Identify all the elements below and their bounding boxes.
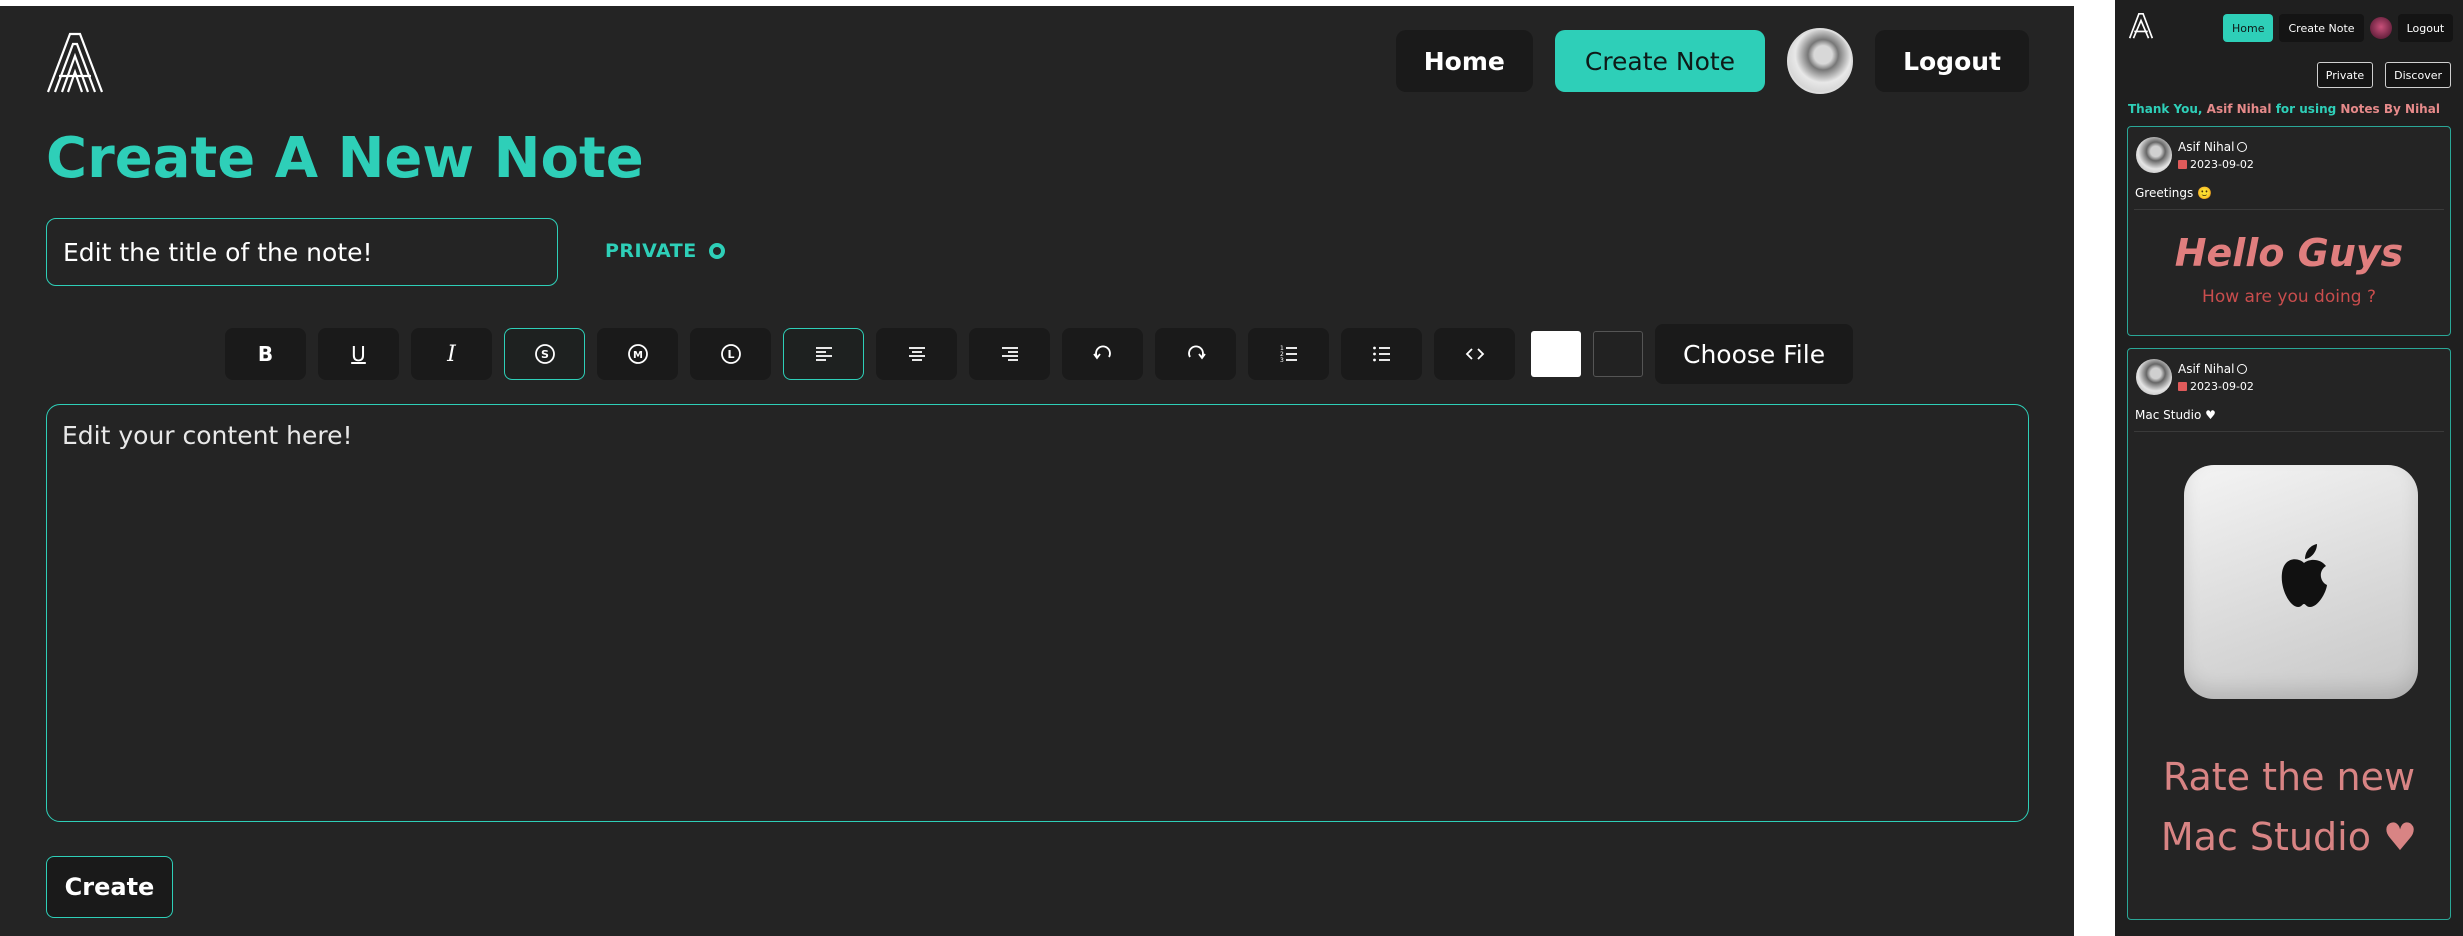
thank-you-message: Thank You, Asif Nihal for using Notes By… xyxy=(2128,102,2440,116)
undo-button[interactable] xyxy=(1062,328,1143,380)
apple-logo-icon xyxy=(2281,544,2327,607)
visibility-label: PRIVATE xyxy=(605,240,697,262)
mobile-home-button[interactable]: Home xyxy=(2223,14,2274,42)
editor-content: Edit your content here! xyxy=(62,421,353,450)
align-right-button[interactable] xyxy=(969,328,1050,380)
tab-private[interactable]: Private xyxy=(2316,62,2374,88)
circle-s-icon: S xyxy=(534,344,555,364)
font-size-large-button[interactable]: L xyxy=(690,328,771,380)
align-right-icon xyxy=(1001,347,1018,361)
note-body-line1: Rate the new xyxy=(2162,755,2416,799)
svg-text:3: 3 xyxy=(1280,357,1284,364)
underline-label: U xyxy=(351,342,366,366)
circle-l-icon: L xyxy=(720,344,741,364)
main-panel: Home Create Note Logout Create A New Not… xyxy=(0,6,2074,936)
circle-m-icon: M xyxy=(627,344,648,364)
globe-icon xyxy=(708,243,725,259)
formatting-toolbar: B U I S M L 123 Choose File xyxy=(225,324,1854,384)
tab-discover[interactable]: Discover xyxy=(2385,62,2451,88)
bold-button[interactable]: B xyxy=(225,328,306,380)
note-card[interactable]: Asif Nihal 2023-09-02 Greetings 🙂 Hello … xyxy=(2127,126,2451,336)
home-button[interactable]: Home xyxy=(1395,30,1533,92)
undo-icon xyxy=(1092,345,1111,360)
svg-text:M: M xyxy=(633,350,643,361)
note-header: Asif Nihal 2023-09-02 xyxy=(2136,359,2254,395)
mobile-tabs: Private Discover xyxy=(2316,62,2451,88)
redo-icon xyxy=(1187,345,1206,360)
underline-button[interactable]: U xyxy=(318,328,399,380)
thanks-app: Notes By Nihal xyxy=(2340,102,2440,116)
mobile-logout-button[interactable]: Logout xyxy=(2397,14,2454,42)
note-header: Asif Nihal 2023-09-02 xyxy=(2136,137,2254,173)
align-center-button[interactable] xyxy=(876,328,957,380)
thanks-middle: for using xyxy=(2275,102,2337,116)
bullet-list-icon xyxy=(1372,346,1390,362)
note-date: 2023-09-02 xyxy=(2190,158,2254,171)
author-name: Asif Nihal xyxy=(2178,362,2235,376)
note-subtext: How are you doing ? xyxy=(2202,287,2376,307)
logo-icon[interactable] xyxy=(44,32,106,94)
logo-icon[interactable] xyxy=(2128,13,2154,39)
author-name: Asif Nihal xyxy=(2178,140,2235,154)
logout-button[interactable]: Logout xyxy=(1875,30,2029,92)
italic-button[interactable]: I xyxy=(411,328,492,380)
redo-button[interactable] xyxy=(1155,328,1236,380)
calendar-icon xyxy=(2178,160,2187,169)
calendar-icon xyxy=(2178,382,2187,391)
divider xyxy=(2134,431,2444,432)
note-title: Greetings 🙂 xyxy=(2135,186,2213,200)
create-button[interactable]: Create xyxy=(46,856,173,918)
svg-text:S: S xyxy=(541,348,549,361)
thanks-user: Asif Nihal xyxy=(2206,102,2272,116)
font-size-medium-button[interactable]: M xyxy=(597,328,678,380)
code-icon xyxy=(1465,348,1484,360)
content-editor[interactable]: Edit your content here! xyxy=(46,404,2029,822)
ordered-list-button[interactable]: 123 xyxy=(1248,328,1329,380)
divider xyxy=(2134,209,2444,210)
note-heading: Hello Guys xyxy=(2174,231,2404,275)
svg-text:L: L xyxy=(727,348,734,361)
ordered-list-icon: 123 xyxy=(1280,345,1297,364)
globe-icon xyxy=(2237,364,2248,374)
author-avatar xyxy=(2136,359,2172,395)
visibility-toggle[interactable]: PRIVATE xyxy=(605,240,725,262)
thanks-prefix: Thank You, xyxy=(2128,102,2203,116)
note-title-input[interactable] xyxy=(46,218,558,286)
align-left-icon xyxy=(815,347,832,361)
text-color-swatch[interactable] xyxy=(1531,331,1581,377)
code-button[interactable] xyxy=(1434,328,1515,380)
create-note-button[interactable]: Create Note xyxy=(1554,30,1766,92)
italic-label: I xyxy=(447,341,456,367)
note-date: 2023-09-02 xyxy=(2190,380,2254,393)
mobile-create-note-button[interactable]: Create Note xyxy=(2279,14,2364,42)
note-body-line2: Mac Studio ♥ xyxy=(2160,815,2418,859)
note-body: Rate the new Mac Studio ♥ xyxy=(2128,747,2450,867)
align-center-icon xyxy=(908,347,925,361)
avatar[interactable] xyxy=(1787,28,1854,94)
align-left-button[interactable] xyxy=(783,328,864,380)
author-avatar xyxy=(2136,137,2172,173)
globe-icon xyxy=(2237,142,2248,152)
mac-studio-image xyxy=(2184,465,2418,699)
mobile-avatar[interactable] xyxy=(2369,17,2392,39)
note-title: Mac Studio ♥ xyxy=(2135,408,2216,422)
bullet-list-button[interactable] xyxy=(1341,328,1422,380)
font-size-small-button[interactable]: S xyxy=(504,328,585,380)
page-title: Create A New Note xyxy=(46,126,644,191)
bold-label: B xyxy=(257,342,274,366)
mobile-preview: Home Create Note Logout Private Discover… xyxy=(2115,0,2463,936)
background-color-swatch[interactable] xyxy=(1593,331,1643,377)
top-nav: Home Create Note Logout xyxy=(1395,28,2029,94)
choose-file-button[interactable]: Choose File xyxy=(1655,324,1854,384)
mobile-nav: Home Create Note Logout xyxy=(2223,14,2454,42)
note-card[interactable]: Asif Nihal 2023-09-02 Mac Studio ♥ Rate … xyxy=(2127,348,2451,920)
